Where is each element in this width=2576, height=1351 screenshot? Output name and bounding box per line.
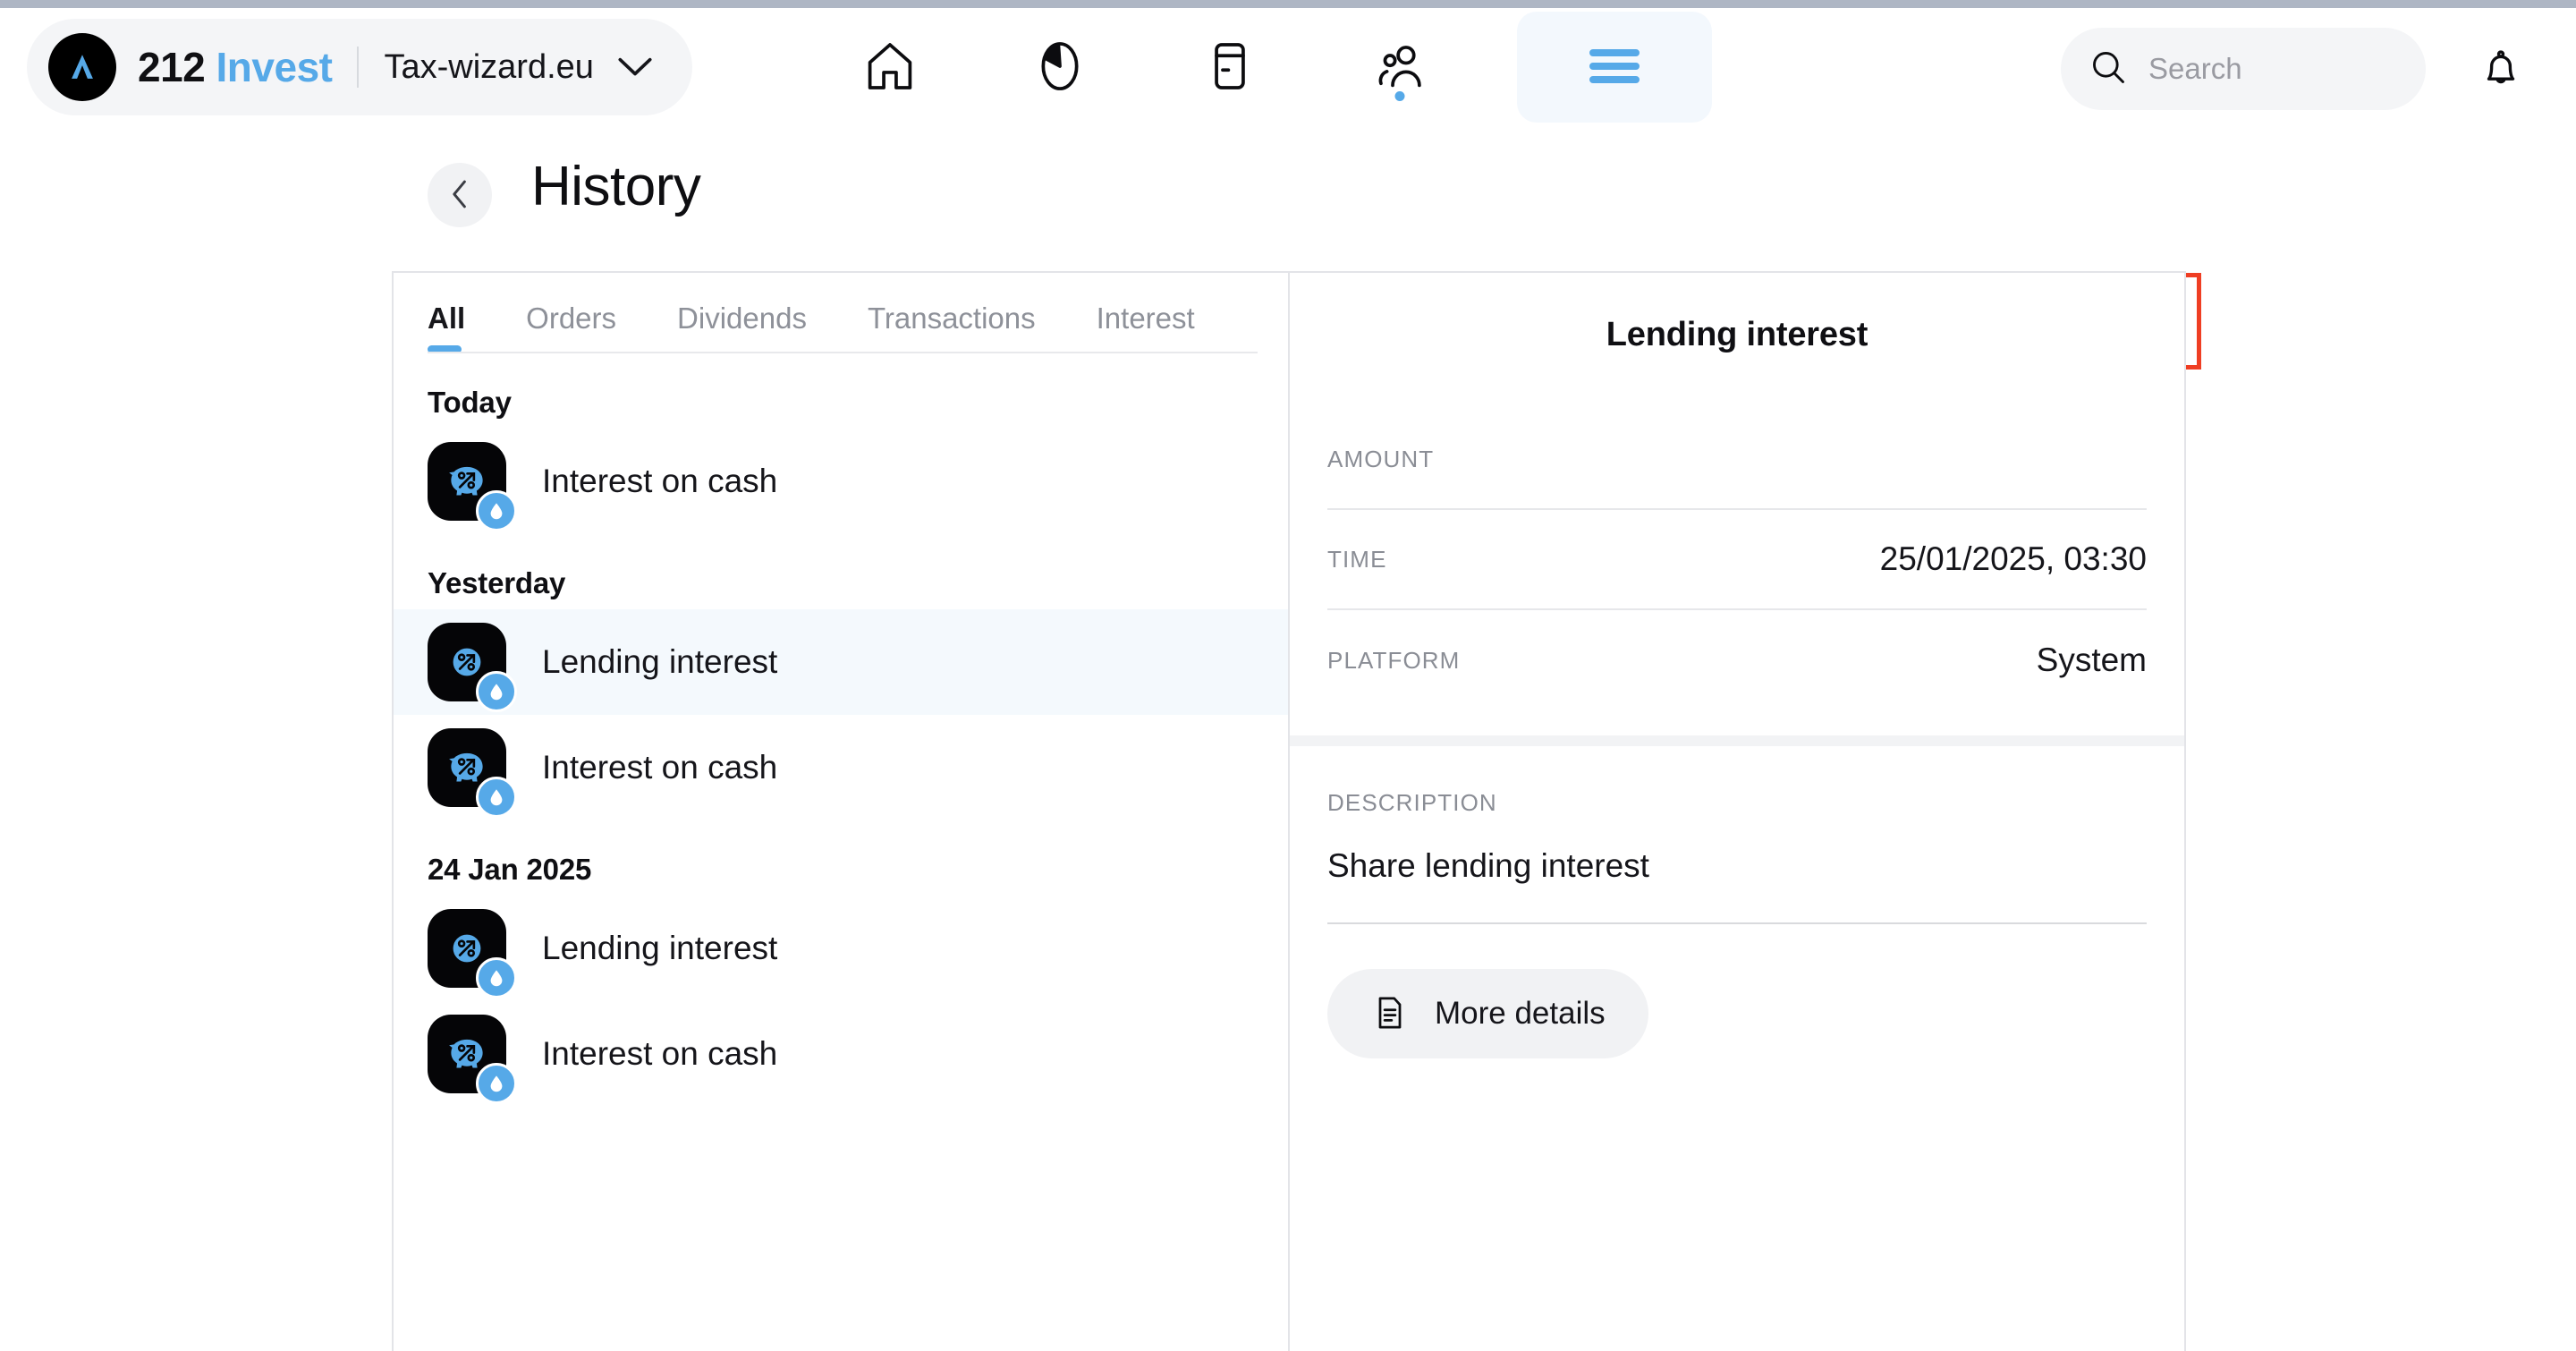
group-header-24-jan-2025: 24 Jan 2025 (428, 853, 592, 886)
chevron-left-icon (448, 179, 471, 212)
history-content-card: All Orders Dividends Transactions Intere… (392, 271, 2186, 1351)
water-drop-icon (476, 957, 517, 998)
list-item[interactable]: Lending interest (394, 896, 1288, 1001)
bell-icon (2477, 44, 2525, 95)
home-icon (861, 38, 919, 98)
detail-title: Lending interest (1606, 316, 1868, 353)
nav-card-button[interactable] (1145, 8, 1315, 126)
list-item-label: Lending interest (542, 643, 778, 680)
browser-chrome-bar (0, 0, 2576, 8)
water-drop-icon (476, 777, 517, 818)
tab-all[interactable]: All (428, 302, 465, 353)
search-icon (2088, 47, 2129, 92)
list-item-label: Interest on cash (542, 749, 778, 786)
list-item[interactable]: Interest on cash (394, 1001, 1288, 1107)
people-icon (1371, 38, 1428, 98)
list-item-label: Interest on cash (542, 1035, 778, 1072)
nav-home-button[interactable] (805, 8, 975, 126)
search-box[interactable] (2061, 28, 2426, 110)
chevron-down-icon[interactable] (617, 56, 653, 78)
brand-name-prefix: 212 (138, 44, 206, 90)
pie-chart-icon (1031, 38, 1089, 98)
description-value: Share lending interest (1327, 817, 2147, 924)
nav-menu-button[interactable] (1517, 12, 1712, 123)
water-drop-icon (476, 671, 517, 712)
search-input[interactable] (2148, 52, 2399, 86)
detail-value: System (2036, 642, 2147, 678)
tab-dividends[interactable]: Dividends (677, 302, 807, 353)
detail-key: PLATFORM (1327, 646, 1461, 674)
tab-orders[interactable]: Orders (526, 302, 616, 353)
piggy-bank-percent-icon (428, 1015, 517, 1104)
list-item-label: Interest on cash (542, 463, 778, 499)
description-label: DESCRIPTION (1327, 789, 1497, 816)
list-item[interactable]: Lending interest (394, 609, 1288, 715)
detail-row-time: TIME 25/01/2025, 03:30 (1327, 510, 2147, 610)
brand-name: 212 Invest (138, 43, 333, 91)
history-list: Today Interest on cash Yesterday Lending… (394, 353, 1288, 1107)
detail-summary-section: AMOUNT TIME 25/01/2025, 03:30 PLATFORM S… (1290, 354, 2184, 710)
transaction-detail-pane: Lending interest AMOUNT TIME 25/01/2025,… (1290, 273, 2184, 1351)
nav-community-button[interactable] (1315, 8, 1485, 126)
piggy-bank-percent-icon (428, 728, 517, 818)
app-header: 212 Invest Tax-wizard.eu (0, 8, 2576, 126)
brand-account-switcher[interactable]: 212 Invest Tax-wizard.eu (27, 19, 692, 115)
piggy-bank-percent-icon (428, 442, 517, 531)
list-item-label: Lending interest (542, 930, 778, 966)
group-header-today: Today (428, 386, 512, 419)
percent-circle-icon (428, 909, 517, 998)
tabs-underline (428, 352, 1258, 353)
more-details-button[interactable]: More details (1327, 969, 1648, 1058)
hamburger-menu-icon (1588, 46, 1641, 89)
percent-circle-icon (428, 623, 517, 712)
more-details-label: More details (1435, 996, 1606, 1031)
page-title-row: History (0, 143, 2576, 370)
brand-divider (357, 47, 360, 88)
primary-nav (805, 8, 1712, 126)
page-title: History (531, 156, 701, 217)
detail-row-platform: PLATFORM System (1327, 610, 2147, 710)
list-item[interactable]: Interest on cash (394, 715, 1288, 820)
nav-portfolio-button[interactable] (975, 8, 1145, 126)
group-header-yesterday: Yesterday (428, 566, 566, 599)
triangle-a-logo-icon (48, 33, 116, 101)
detail-key: AMOUNT (1327, 445, 1435, 472)
list-item[interactable]: Interest on cash (394, 429, 1288, 534)
notifications-button[interactable] (2472, 40, 2529, 98)
detail-key: TIME (1327, 545, 1387, 573)
back-button[interactable] (428, 163, 492, 227)
history-tabs: All Orders Dividends Transactions Intere… (394, 273, 1288, 353)
brand-name-accent: Invest (216, 44, 333, 90)
detail-description-section: DESCRIPTION Share lending interest More … (1290, 746, 2184, 1058)
detail-row-amount: AMOUNT (1327, 410, 2147, 510)
tab-transactions[interactable]: Transactions (868, 302, 1036, 353)
history-list-pane: All Orders Dividends Transactions Intere… (394, 273, 1290, 1351)
document-lines-icon (1370, 993, 1410, 1035)
community-notification-dot (1394, 91, 1405, 101)
detail-section-divider (1290, 735, 2184, 746)
card-icon (1201, 38, 1258, 98)
account-name: Tax-wizard.eu (384, 47, 594, 86)
tab-interest[interactable]: Interest (1097, 302, 1195, 353)
water-drop-icon (476, 490, 517, 531)
detail-value: 25/01/2025, 03:30 (1879, 540, 2147, 577)
water-drop-icon (476, 1063, 517, 1104)
